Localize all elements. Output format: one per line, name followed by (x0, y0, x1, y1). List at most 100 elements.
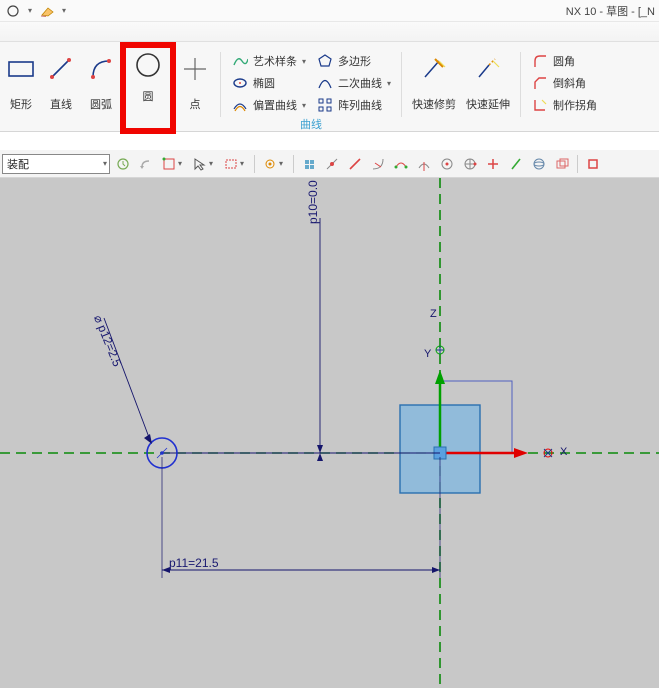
tool-circle-center-icon[interactable] (437, 154, 457, 174)
title-bar-left: ▾ ▾ (4, 2, 66, 20)
point-label: 点 (190, 96, 201, 112)
toolbar-separator (577, 155, 578, 173)
tool-curve-tan-icon[interactable] (368, 154, 388, 174)
art-spline-label: 艺术样条 (253, 53, 297, 69)
triad-y-arrow (435, 370, 445, 384)
quick-trim-icon (421, 56, 447, 82)
rectangle-label: 矩形 (10, 96, 32, 112)
quick-extend-tool[interactable]: 快速延伸 (464, 46, 512, 131)
fillet-tool[interactable]: 圆角 (529, 50, 599, 72)
offset-curve-icon (231, 96, 249, 114)
spline-tools-column: 艺术样条 ▾ 椭圆 偏置曲线 ▾ (229, 46, 308, 131)
circle-tool[interactable]: 圆 (124, 46, 172, 130)
separator-3 (520, 52, 521, 117)
make-corner-label: 制作拐角 (553, 97, 597, 113)
fillet-icon (531, 52, 549, 70)
dropdown-icon: ▾ (387, 79, 391, 88)
quick-trim-tool[interactable]: 快速修剪 (410, 46, 458, 131)
title-bar: ▾ ▾ NX 10 - 草图 - [_N (0, 0, 659, 22)
chamfer-icon (531, 74, 549, 92)
circle-label: 圆 (143, 88, 154, 104)
dim-p10-text[interactable]: p10=0.0 (306, 180, 320, 224)
ribbon: 矩形 直线 圆弧 圆 点 艺术样条 ▾ 椭圆 (0, 42, 659, 132)
quick-trim-label: 快速修剪 (412, 96, 456, 112)
tool-plus-icon[interactable] (483, 154, 503, 174)
polygon-tool[interactable]: 多边形 (314, 50, 393, 72)
tool-persp-icon[interactable] (552, 154, 572, 174)
make-corner-icon (531, 96, 549, 114)
circle-icon (134, 52, 162, 78)
polygon-tools-column: 多边形 二次曲线 ▾ 阵列曲线 (314, 46, 393, 131)
ellipse-tool[interactable]: 椭圆 (229, 72, 308, 94)
secondary-toolbar: 装配 ▾ ▾ ▾ ▾ ▾ (0, 150, 659, 178)
assembly-combo-label: 装配 (7, 156, 29, 172)
rectangle-tool[interactable]: 矩形 (4, 46, 38, 131)
offset-curve-tool[interactable]: 偏置曲线 ▾ (229, 94, 308, 116)
tool-circle-quad-icon[interactable] (460, 154, 480, 174)
app-title: NX 10 - 草图 - [_N (566, 3, 655, 19)
title-dropdown-arrow[interactable]: ▾ (28, 6, 32, 15)
tool-filter-icon[interactable]: ▾ (260, 154, 288, 174)
point-icon (184, 56, 206, 82)
axis-y-label: Y (424, 348, 431, 360)
tool-undo-icon[interactable] (136, 154, 156, 174)
line-tool[interactable]: 直线 (44, 46, 78, 131)
tool-corner-icon[interactable]: ▾ (159, 154, 187, 174)
ribbon-group-label[interactable]: 曲线 (300, 116, 322, 132)
sketch-canvas[interactable]: p10=0.0 p11=21.5 ⌀ p12=2.5 Z Y X (0, 178, 659, 688)
tool-arc3-icon[interactable] (414, 154, 434, 174)
eraser-icon[interactable] (38, 2, 56, 20)
ellipse-icon (231, 74, 249, 92)
arc-icon (89, 56, 113, 82)
dropdown-icon: ▾ (103, 159, 107, 168)
make-corner-tool[interactable]: 制作拐角 (529, 94, 599, 116)
tool-slash-icon[interactable] (506, 154, 526, 174)
art-spline-icon (231, 52, 249, 70)
toolbar-separator (293, 155, 294, 173)
quick-extend-label: 快速延伸 (466, 96, 510, 112)
tool-red-square-icon[interactable] (583, 154, 603, 174)
chamfer-tool[interactable]: 倒斜角 (529, 72, 599, 94)
triad-x-arrow (514, 448, 528, 458)
tool-point-red-icon[interactable] (322, 154, 342, 174)
axis-z-label: Z (430, 308, 437, 320)
tool-spline-node-icon[interactable] (391, 154, 411, 174)
arc-tool[interactable]: 圆弧 (84, 46, 118, 131)
tool-rect-dashed-icon[interactable]: ▾ (221, 154, 249, 174)
line-icon (49, 56, 73, 82)
tool-history-icon[interactable] (113, 154, 133, 174)
title-icon-circle[interactable] (4, 2, 22, 20)
polygon-label: 多边形 (338, 53, 371, 69)
tool-grid-icon[interactable] (299, 154, 319, 174)
pattern-icon (316, 96, 334, 114)
ribbon-tab-strip (0, 22, 659, 42)
chamfer-label: 倒斜角 (553, 75, 586, 91)
dim-p11-text[interactable]: p11=21.5 (169, 556, 219, 570)
polygon-icon (316, 52, 334, 70)
dropdown-icon: ▾ (302, 57, 306, 66)
fillet-label: 圆角 (553, 53, 575, 69)
ellipse-label: 椭圆 (253, 75, 275, 91)
line-label: 直线 (50, 96, 72, 112)
offset-curve-label: 偏置曲线 (253, 97, 297, 113)
axis-x-label: X (560, 446, 567, 458)
tool-globe-icon[interactable] (529, 154, 549, 174)
title-dropdown-arrow-2[interactable]: ▾ (62, 6, 66, 15)
sketch-svg (0, 178, 659, 688)
corner-tools-column: 圆角 倒斜角 制作拐角 (529, 46, 599, 131)
assembly-combo[interactable]: 装配 ▾ (2, 154, 110, 174)
quick-extend-icon (475, 56, 501, 82)
conic-tool[interactable]: 二次曲线 ▾ (314, 72, 393, 94)
toolbar-separator (254, 155, 255, 173)
pattern-curve-tool[interactable]: 阵列曲线 (314, 94, 393, 116)
conic-icon (316, 74, 334, 92)
point-tool[interactable]: 点 (178, 46, 212, 131)
pattern-label: 阵列曲线 (338, 97, 382, 113)
arc-label: 圆弧 (90, 96, 112, 112)
tool-select-icon[interactable]: ▾ (190, 154, 218, 174)
art-spline-tool[interactable]: 艺术样条 ▾ (229, 50, 308, 72)
separator-2 (401, 52, 402, 117)
tool-line-diag-icon[interactable] (345, 154, 365, 174)
rectangle-icon (8, 56, 34, 82)
conic-label: 二次曲线 (338, 75, 382, 91)
